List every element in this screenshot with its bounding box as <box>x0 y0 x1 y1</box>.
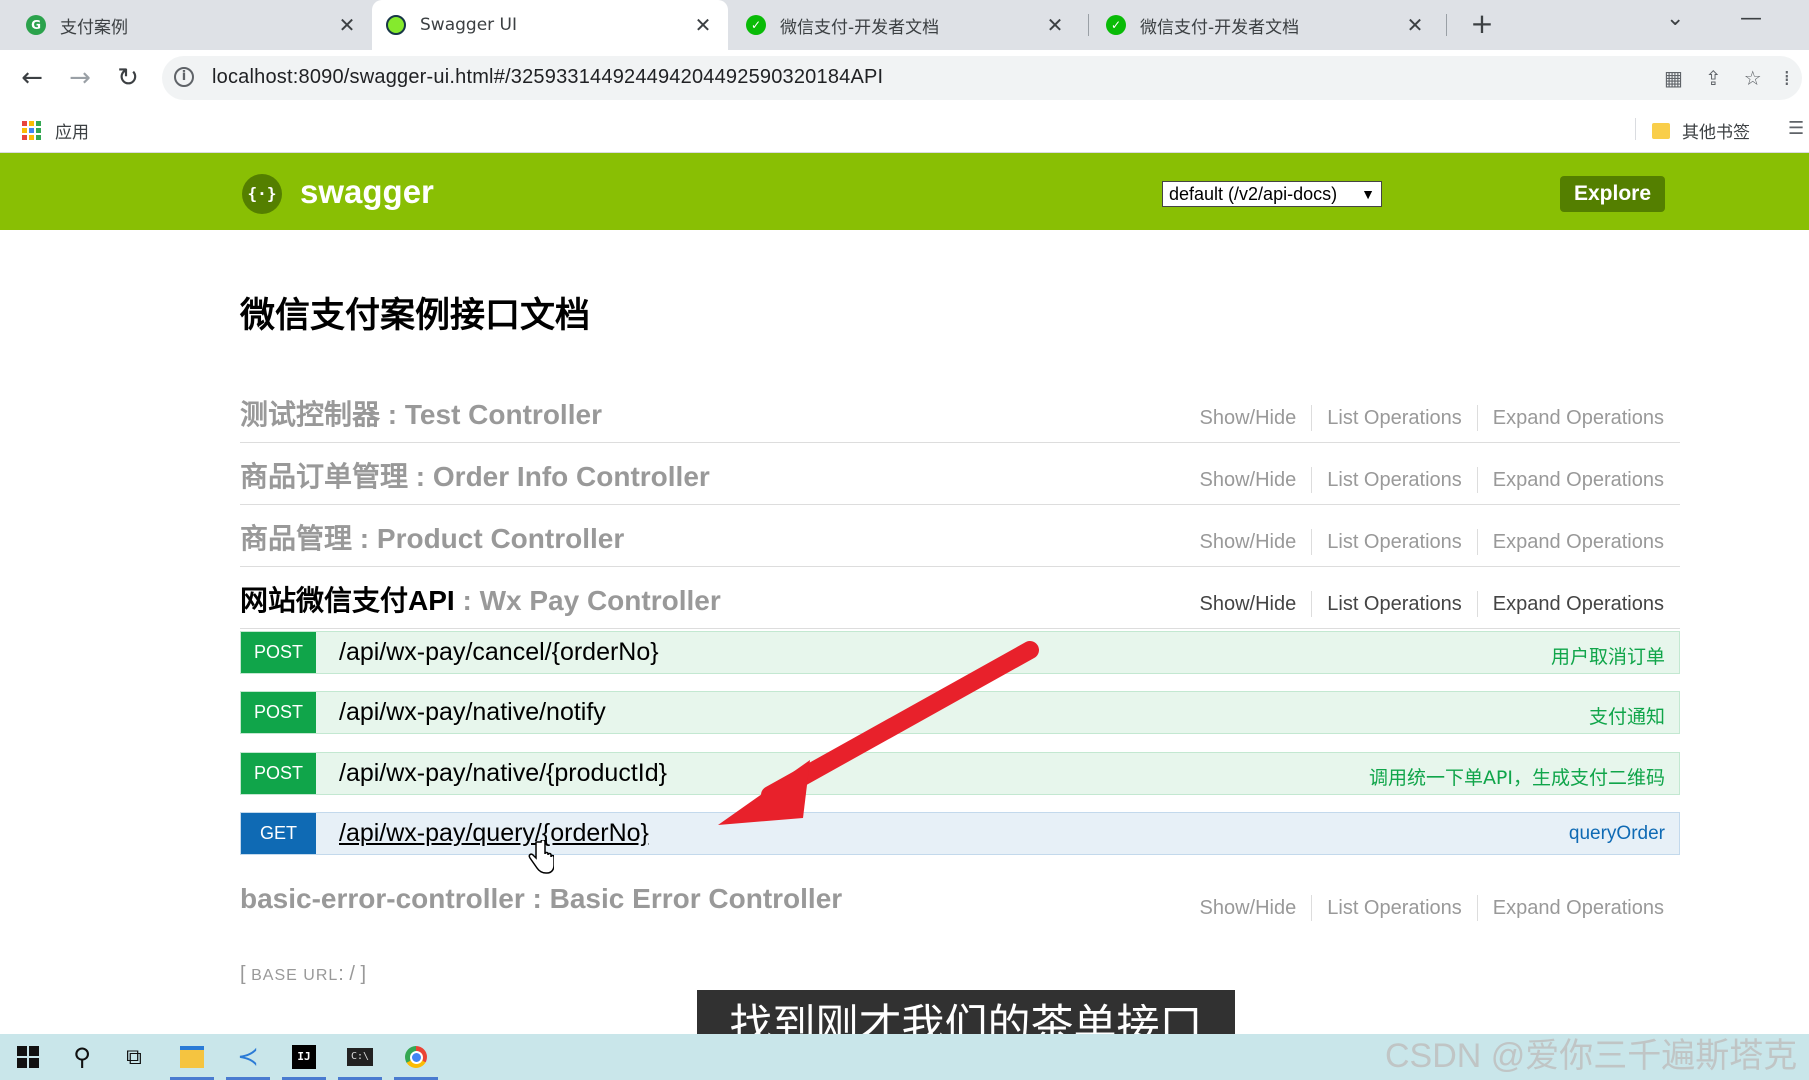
hand-cursor-icon <box>528 840 554 874</box>
file-explorer-icon[interactable] <box>166 1034 218 1080</box>
intellij-icon[interactable]: IJ <box>278 1034 330 1080</box>
vscode-icon[interactable]: ≺ <box>222 1034 274 1080</box>
windows-start-icon[interactable] <box>2 1034 54 1080</box>
task-view-icon[interactable]: ⧉ <box>108 1034 160 1080</box>
csdn-watermark: CSDN @爱你三千遍斯塔克 <box>1385 1037 1798 1075</box>
red-arrow-annotation <box>718 641 1039 825</box>
terminal-icon[interactable]: C:\ <box>334 1034 386 1080</box>
arrow-head <box>718 760 810 825</box>
chrome-icon[interactable] <box>390 1034 442 1080</box>
search-icon[interactable]: ⚲ <box>56 1034 108 1080</box>
